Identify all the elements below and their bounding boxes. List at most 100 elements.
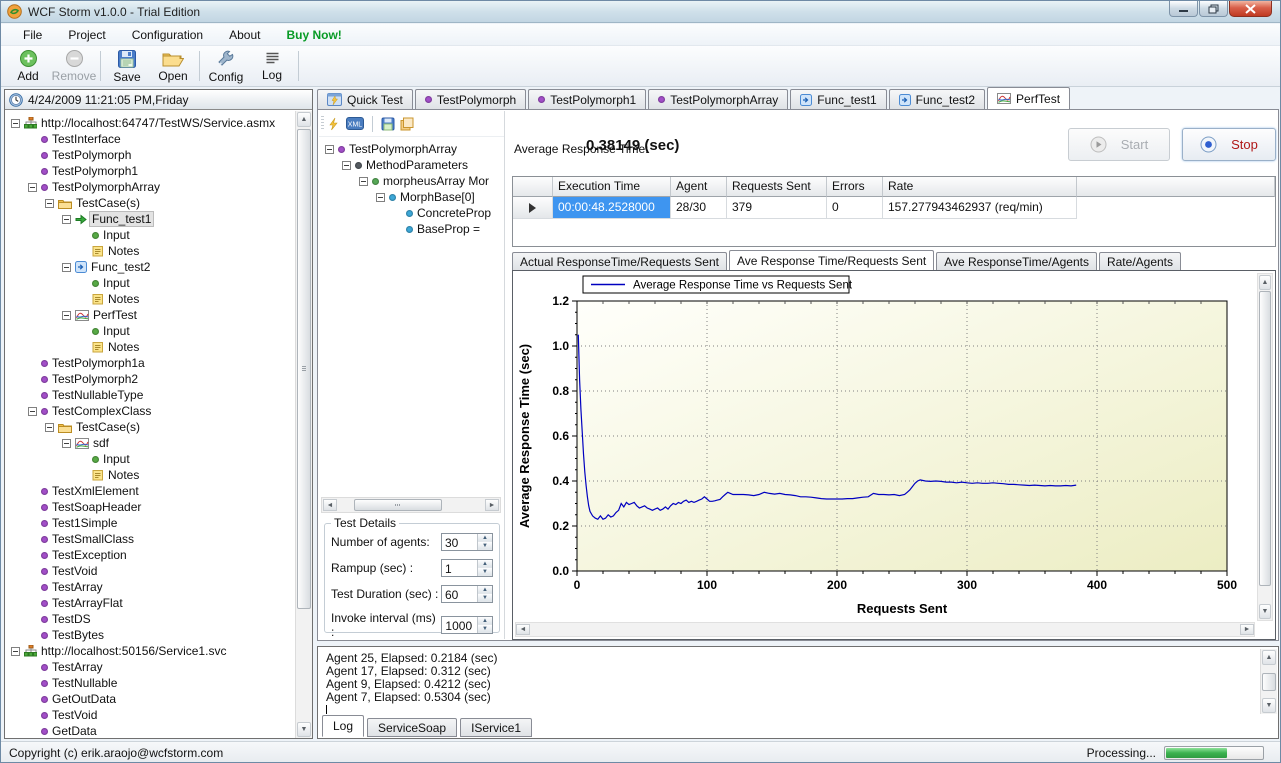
tree-node[interactable]: GetData [5,723,295,738]
tree-expander[interactable] [376,193,385,202]
row-selector-header[interactable] [513,177,553,197]
tree-expander[interactable] [359,177,368,186]
tree-node[interactable]: Notes [5,467,295,483]
tree-node[interactable]: http://localhost:50156/Service1.svc [5,643,295,659]
log-output[interactable]: Agent 25, Elapsed: 0.2184 (sec)Agent 17,… [320,649,1258,714]
tree-node[interactable]: GetOutData [5,691,295,707]
spin-up-button[interactable]: ▲ [478,534,492,542]
spin-up-button[interactable]: ▲ [478,617,492,625]
scroll-up-button[interactable]: ▲ [297,112,311,127]
chart-scroll-down[interactable]: ▼ [1259,604,1271,619]
tree-node[interactable]: TestPolymorph2 [5,371,295,387]
tab-testpolymorph[interactable]: TestPolymorph [415,89,526,109]
grid-cell[interactable]: 00:00:48.2528000 [553,197,671,219]
tree-node[interactable]: TestBytes [5,627,295,643]
tab-func-test1[interactable]: Func_test1 [790,89,886,109]
chart-scroll-right[interactable]: ► [1240,624,1254,635]
minimize-button[interactable] [1169,1,1198,17]
tree-expander[interactable] [325,145,334,154]
tree-node[interactable]: MethodParameters [319,157,504,173]
tree-node[interactable]: TestComplexClass [5,403,295,419]
tree-expander[interactable] [62,215,71,224]
tree-node[interactable]: PerfTest [5,307,295,323]
tree-node[interactable]: TestPolymorph1a [5,355,295,371]
tree-node[interactable]: Input [5,323,295,339]
chart-hscrollbar[interactable]: ◄ ► [515,622,1255,637]
chart-tab-ave-response-time-requests-sent[interactable]: Ave Response Time/Requests Sent [729,250,934,270]
column-header-agent[interactable]: Agent [671,177,727,197]
tab-quick-test[interactable]: Quick Test [317,89,413,109]
scroll-left-button[interactable]: ◄ [323,499,337,511]
grid-cell[interactable]: 0 [827,197,883,219]
tab-func-test2[interactable]: Func_test2 [889,89,985,109]
tree-expander[interactable] [62,311,71,320]
tree-node[interactable]: TestPolymorphArray [5,179,295,195]
tree-node[interactable]: TestArrayFlat [5,595,295,611]
spin-down-button[interactable]: ▼ [478,625,492,633]
log-tab-log[interactable]: Log [322,715,364,737]
tree-node[interactable]: TestVoid [5,707,295,723]
add-toolbar-button[interactable]: Add [5,47,51,85]
log-scrollbar[interactable]: ▲ ▼ [1260,649,1277,714]
parameters-hscrollbar[interactable]: ◄ ► [321,497,501,513]
tree-node[interactable]: TestXmlElement [5,483,295,499]
restore-button[interactable] [1199,1,1228,17]
spin-down-button[interactable]: ▼ [478,594,492,602]
tree-node[interactable]: Func_test1 [5,211,295,227]
scroll-down-button[interactable]: ▼ [297,722,311,737]
hscroll-thumb[interactable] [354,499,442,511]
chart-scroll-up[interactable]: ▲ [1259,275,1271,290]
tree-expander[interactable] [62,263,71,272]
tree-expander[interactable] [45,423,54,432]
grid-cell[interactable]: 157.277943462937 (req/min) [883,197,1077,219]
tree-node[interactable]: morpheusArray Mor [319,173,504,189]
tree-node[interactable]: sdf [5,435,295,451]
config-toolbar-button[interactable]: Config [203,47,249,85]
column-header-rate[interactable]: Rate [883,177,1077,197]
tree-node[interactable]: Input [5,451,295,467]
spinner-value[interactable]: 30 [442,534,477,550]
spinner-value[interactable]: 60 [442,586,477,602]
grid-data-row[interactable]: 00:00:48.252800028/303790157.27794346293… [513,197,1275,219]
tree-node[interactable]: TestNullable [5,675,295,691]
tree-node[interactable]: TestPolymorph1 [5,163,295,179]
xml-icon[interactable]: XML [346,117,364,130]
menu-about[interactable]: About [217,26,272,44]
menu-buy-now[interactable]: Buy Now! [274,26,353,44]
tab-testpolymorph1[interactable]: TestPolymorph1 [528,89,646,109]
tree-node[interactable]: TestSmallClass [5,531,295,547]
tab-testpolymorpharray[interactable]: TestPolymorphArray [648,89,788,109]
chart-vthumb[interactable] [1259,291,1271,586]
chart-tab-ave-responsetime-agents[interactable]: Ave ResponseTime/Agents [936,252,1097,270]
tree-node[interactable]: http://localhost:64747/TestWS/Service.as… [5,115,295,131]
column-header-requests-sent[interactable]: Requests Sent [727,177,827,197]
stop-button[interactable]: Stop [1182,128,1276,161]
tree-expander[interactable] [342,161,351,170]
tree-expander[interactable] [11,119,20,128]
log-tab-servicesoap[interactable]: ServiceSoap [367,718,457,737]
tree-node[interactable]: Notes [5,291,295,307]
test-duration-sec-spinner[interactable]: 60▲▼ [441,585,493,603]
log-scroll-thumb[interactable] [1262,673,1276,691]
tree-node[interactable]: TestException [5,547,295,563]
tree-node[interactable]: BaseProp = [319,221,504,237]
save-small-icon[interactable] [381,117,395,131]
menu-project[interactable]: Project [56,26,117,44]
chart-tab-actual-responsetime-requests-sent[interactable]: Actual ResponseTime/Requests Sent [512,252,727,270]
tree-node[interactable]: ConcreteProp [319,205,504,221]
spin-down-button[interactable]: ▼ [478,542,492,550]
service-tree-scrollbar[interactable]: ▲ ▼ [295,111,312,738]
save-toolbar-button[interactable]: Save [104,47,150,85]
tab-perftest[interactable]: PerfTest [987,87,1070,109]
tree-expander[interactable] [45,199,54,208]
tree-node[interactable]: Notes [5,243,295,259]
grid-cell[interactable]: 28/30 [671,197,727,219]
tree-node[interactable]: TestNullableType [5,387,295,403]
title-bar[interactable]: WCF Storm v1.0.0 - Trial Edition [1,1,1280,23]
spinner-value[interactable]: 1000 [442,617,477,633]
row-selector-cell[interactable] [513,197,553,219]
spin-up-button[interactable]: ▲ [478,586,492,594]
tree-expander[interactable] [11,647,20,656]
tree-node[interactable]: Notes [5,339,295,355]
invoke-interval-ms-spinner[interactable]: 1000▲▼ [441,616,493,634]
